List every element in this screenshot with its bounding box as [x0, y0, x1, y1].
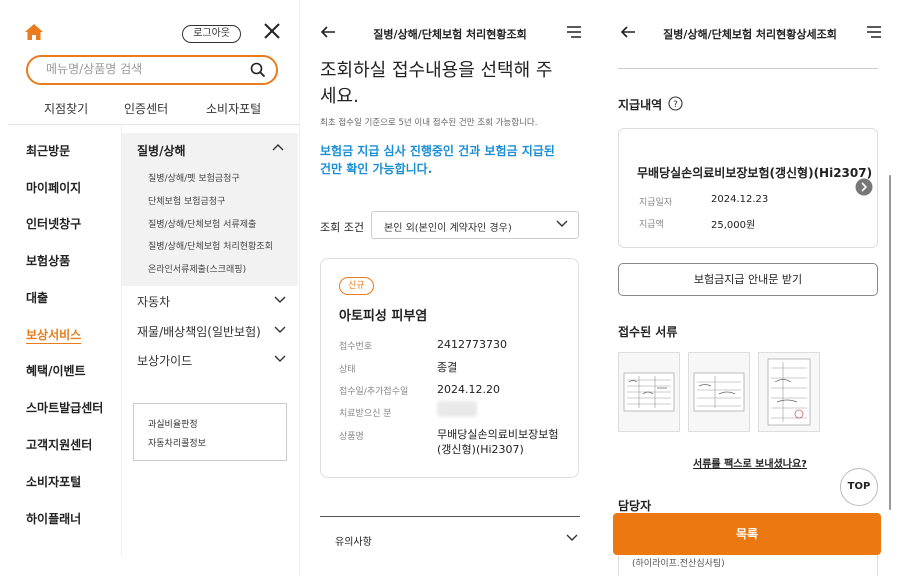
- left-item-consumer[interactable]: 소비자포털: [26, 473, 81, 490]
- sub-item[interactable]: 질병/상해/단체보험 처리현황조회: [148, 239, 273, 252]
- row-label: 치료받으신 분: [339, 409, 392, 419]
- hamburger-menu-icon[interactable]: [566, 25, 582, 39]
- document-thumbnail[interactable]: [688, 352, 750, 432]
- left-item-events[interactable]: 혜택/이벤트: [26, 362, 86, 379]
- chevron-down-icon[interactable]: [274, 326, 286, 334]
- payment-amount-label: 지급액: [639, 220, 664, 230]
- detail-screen: 질병/상해/단체보험 처리현황상세조회 지급내역 ? 무배당실손의료비보장보험(…: [600, 0, 900, 576]
- chevron-down-icon: [556, 220, 568, 228]
- notice-toggle[interactable]: 유의사항: [335, 533, 372, 548]
- side-link-fault[interactable]: 과실비율판정: [148, 417, 198, 430]
- page-title: 질병/상해/단체보험 처리현황조회: [373, 28, 527, 41]
- chevron-right-icon[interactable]: [855, 178, 873, 196]
- document-thumbnails: [618, 352, 820, 432]
- header: 질병/상해/단체보험 처리현황조회: [300, 22, 600, 46]
- left-item-loan[interactable]: 대출: [26, 289, 48, 306]
- quick-link-cert[interactable]: 인증센터: [124, 100, 168, 117]
- payment-product: 무배당실손의료비보장보험(갱신형)(Hi2307): [637, 166, 873, 180]
- home-icon[interactable]: [24, 22, 44, 42]
- category-auto[interactable]: 자동차: [137, 293, 170, 310]
- left-item-claims[interactable]: 보상서비스: [26, 326, 81, 343]
- payment-card: 무배당실손의료비보장보험(갱신형)(Hi2307) 지급일자 2024.12.2…: [618, 128, 878, 248]
- receipt-date: 2024.12.20: [437, 383, 500, 396]
- sub-item[interactable]: 단체보험 보험금청구: [148, 194, 225, 207]
- divider: [618, 68, 878, 69]
- status-value: 종결: [437, 361, 458, 374]
- document-thumbnail[interactable]: [618, 352, 680, 432]
- chevron-down-icon[interactable]: [566, 534, 578, 542]
- side-link-box: 과실비율판정 자동차리콜정보: [133, 403, 287, 461]
- menu-screen: 로그아웃 지점찾기 인증센터 소비자포털 최근방문 마이페이지 인터넷창구 보험…: [0, 0, 300, 576]
- document-thumbnail[interactable]: [758, 352, 820, 432]
- help-icon[interactable]: ?: [668, 96, 683, 111]
- receipt-number: 2412773730: [437, 338, 507, 351]
- quick-link-consumer[interactable]: 소비자포털: [206, 100, 261, 117]
- condition-value: 본인 외(본인이 계약자인 경우): [384, 223, 512, 234]
- chevron-down-icon[interactable]: [274, 355, 286, 363]
- svg-text:?: ?: [673, 100, 678, 110]
- condition-label: 조회 조건: [320, 221, 364, 234]
- claim-title: 아토피성 피부염: [339, 309, 428, 324]
- sub-item[interactable]: 질병/상해/펫 보험금청구: [148, 171, 240, 184]
- quick-link-branch[interactable]: 지점찾기: [44, 100, 88, 117]
- page-heading: 조회하실 접수내용을 선택해 주세요.: [320, 60, 553, 107]
- hamburger-menu-icon[interactable]: [866, 25, 882, 39]
- payment-section-title: 지급내역: [618, 98, 663, 112]
- left-item-hiplanner[interactable]: 하이플래너: [26, 510, 81, 527]
- side-link-recall[interactable]: 자동차리콜정보: [148, 436, 206, 449]
- payment-date-label: 지급일자: [639, 198, 673, 208]
- left-item-recent[interactable]: 최근방문: [26, 142, 70, 159]
- search-icon[interactable]: [250, 62, 266, 78]
- left-menu: 최근방문 마이페이지 인터넷창구 보험상품 대출 보상서비스 혜택/이벤트 스마…: [8, 125, 122, 555]
- list-button[interactable]: 목록: [613, 513, 881, 555]
- chevron-down-icon[interactable]: [274, 296, 286, 304]
- scrollbar[interactable]: [889, 175, 891, 510]
- status-badge: 신규: [339, 277, 374, 295]
- payment-amount: 25,000원: [711, 220, 756, 231]
- header: 질병/상해/단체보험 처리현황상세조회: [600, 22, 900, 46]
- close-icon[interactable]: [263, 22, 281, 40]
- condition-select[interactable]: 본인 외(본인이 계약자인 경우): [371, 211, 579, 239]
- blue-notice: 보험금 지급 심사 진행중인 건과 보험금 지급된 건만 확인 가능합니다.: [320, 144, 555, 176]
- category-open: 질병/상해 질병/상해/펫 보험금청구 단체보험 보험금청구 질병/상해/단체보…: [122, 133, 298, 286]
- row-label: 상품명: [339, 432, 364, 442]
- page-title: 질병/상해/단체보험 처리현황상세조회: [663, 28, 837, 41]
- payment-date: 2024.12.23: [711, 194, 769, 205]
- masked-name: [437, 401, 477, 417]
- menu-top-bar: 로그아웃: [24, 22, 283, 46]
- manager-section-title: 담당자: [618, 499, 652, 513]
- logout-button[interactable]: 로그아웃: [182, 25, 241, 43]
- left-item-mypage[interactable]: 마이페이지: [26, 179, 81, 196]
- manager-team: (하이라이프.전산심사팀): [632, 559, 725, 569]
- product-name: 무배당실손의료비보장보험(갱신형)(Hi2307): [437, 428, 559, 456]
- left-item-insurance[interactable]: 보험상품: [26, 252, 70, 269]
- row-label: 상태: [339, 365, 356, 375]
- period-note: 최초 접수일 기준으로 5년 이내 접수된 건만 조회 가능합니다.: [320, 118, 538, 128]
- left-item-internet[interactable]: 인터넷창구: [26, 215, 81, 232]
- search-input[interactable]: [46, 62, 236, 76]
- chevron-up-icon[interactable]: [272, 143, 284, 151]
- docs-section-title: 접수된 서류: [618, 325, 678, 339]
- status-screen: 질병/상해/단체보험 처리현황조회 조회하실 접수내용을 선택해 주세요. 최초…: [300, 0, 600, 576]
- category-property[interactable]: 재물/배상책임(일반보험): [137, 323, 261, 340]
- payment-guide-button[interactable]: 보험금지급 안내문 받기: [618, 263, 878, 296]
- left-item-support[interactable]: 고객지원센터: [26, 436, 92, 453]
- claim-card[interactable]: 신규 아토피성 피부염 접수번호 2412773730 상태 종결 접수일/추가…: [320, 258, 579, 478]
- category-guide[interactable]: 보상가이드: [137, 352, 192, 369]
- category-title[interactable]: 질병/상해: [137, 142, 186, 159]
- row-label: 접수번호: [339, 342, 373, 352]
- left-item-smart[interactable]: 스마트발급센터: [26, 399, 103, 416]
- divider: [320, 516, 580, 517]
- search-box[interactable]: [26, 55, 278, 85]
- row-label: 접수일/추가접수일: [339, 387, 409, 397]
- scroll-top-button[interactable]: TOP: [840, 468, 878, 506]
- sub-item[interactable]: 질병/상해/단체보험 서류제출: [148, 217, 256, 230]
- sub-item[interactable]: 온라인서류제출(스크래핑): [148, 262, 246, 275]
